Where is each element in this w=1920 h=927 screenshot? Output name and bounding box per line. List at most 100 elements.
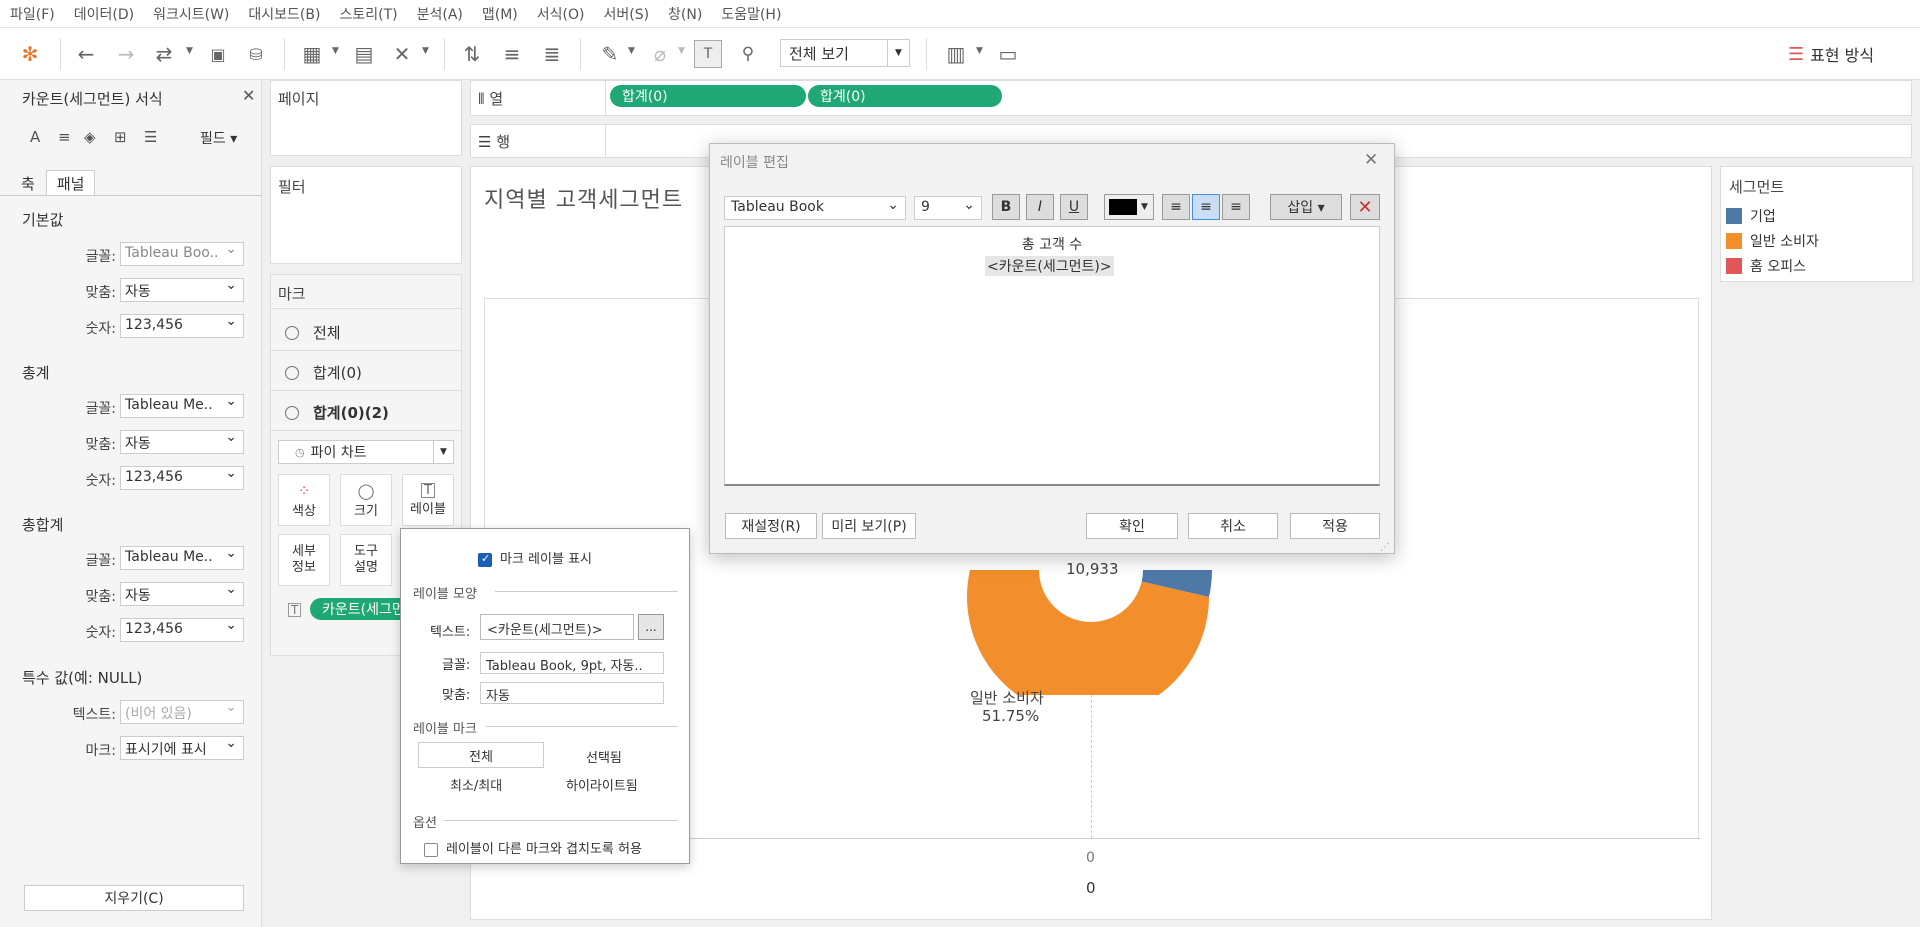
font-label: 글꼴: bbox=[442, 658, 471, 673]
default-font-select[interactable]: Tableau Boo.. bbox=[120, 242, 244, 266]
ok-button[interactable]: 확인 bbox=[1086, 513, 1178, 539]
tab-pane[interactable]: 패널 bbox=[45, 170, 96, 196]
special-text-input[interactable]: (비어 있음) bbox=[120, 700, 244, 724]
number-label: 숫자: bbox=[85, 321, 116, 337]
lines-icon[interactable]: ☰ bbox=[144, 128, 157, 146]
default-number-select[interactable]: 123,456 bbox=[120, 314, 244, 338]
show-labels-checkbox[interactable]: 마크 레이블 표시 bbox=[478, 548, 592, 567]
pin-icon[interactable]: ⚲ bbox=[734, 40, 762, 68]
menu-file[interactable]: 파일(F) bbox=[10, 4, 55, 24]
menu-data[interactable]: 데이터(D) bbox=[74, 4, 134, 24]
shading-icon[interactable]: ◈ bbox=[84, 128, 96, 146]
italic-button[interactable]: I bbox=[1026, 194, 1054, 220]
tab-axis[interactable]: 축 bbox=[10, 170, 46, 196]
menu-analysis[interactable]: 분석(A) bbox=[417, 4, 463, 24]
clear-sheet-icon[interactable]: ✕ bbox=[388, 40, 416, 68]
sort-descending-icon[interactable]: ≣ bbox=[538, 40, 566, 68]
apply-button[interactable]: 적용 bbox=[1290, 513, 1380, 539]
show-me-button[interactable]: ☰ 표현 방식 bbox=[1788, 42, 1874, 66]
label-marks-highlighted[interactable]: 하이라이트됨 bbox=[566, 775, 638, 794]
swap-icon[interactable]: ⇅ bbox=[458, 40, 486, 68]
label-marks-all[interactable]: 전체 bbox=[418, 742, 544, 768]
special-mark-select[interactable]: 표시기에 표시 bbox=[120, 736, 244, 760]
text-color-button[interactable]: ▼ bbox=[1104, 194, 1154, 220]
color-button[interactable]: ⁘ 색상 bbox=[278, 474, 330, 526]
presentation-icon[interactable]: ▭ bbox=[994, 40, 1022, 68]
menu-format[interactable]: 서식(O) bbox=[537, 4, 585, 24]
underline-button[interactable]: U bbox=[1060, 194, 1088, 220]
field-dropdown[interactable]: 필드 ▾ bbox=[200, 128, 237, 148]
align-left-icon[interactable]: ≡ bbox=[1162, 194, 1190, 220]
new-datasource-icon[interactable]: ⛁ bbox=[242, 40, 270, 68]
column-pill-2[interactable]: 합계(0) bbox=[808, 85, 1002, 107]
alignment-icon[interactable]: ≡ bbox=[58, 128, 71, 146]
label-align-select[interactable]: 자동 bbox=[480, 682, 664, 704]
font-icon[interactable]: A bbox=[30, 128, 40, 146]
label-pill-icon: T bbox=[288, 603, 302, 617]
menu-dashboard[interactable]: 대시보드(B) bbox=[248, 4, 320, 24]
align-center-icon[interactable]: ≡ bbox=[1192, 194, 1220, 220]
undo-icon[interactable]: ← bbox=[72, 40, 100, 68]
legend-swatch bbox=[1726, 233, 1742, 249]
label-button[interactable]: T 레이블 bbox=[402, 474, 454, 526]
save-icon[interactable]: ▣ bbox=[204, 40, 232, 68]
detail-button[interactable]: 세부 정보 bbox=[278, 534, 330, 586]
reset-button[interactable]: 재설정(R) bbox=[725, 513, 817, 539]
cancel-button[interactable]: 취소 bbox=[1188, 513, 1278, 539]
tableau-logo-icon[interactable]: ✻ bbox=[16, 40, 44, 68]
borders-icon[interactable]: ⊞ bbox=[114, 128, 127, 146]
clear-button[interactable]: 지우기(C) bbox=[24, 885, 244, 911]
total-number-select[interactable]: 123,456 bbox=[120, 466, 244, 490]
fit-dropdown[interactable]: 전체 보기 ▼ bbox=[780, 39, 910, 67]
overlap-checkbox[interactable]: 레이블이 다른 마크와 겹치도록 허용 bbox=[424, 838, 642, 857]
grandtotal-align-select[interactable]: 자동 bbox=[120, 582, 244, 606]
dialog-font-select[interactable]: Tableau Book ⌄ bbox=[724, 196, 906, 220]
legend-item[interactable]: 홈 오피스 bbox=[1726, 256, 1806, 276]
highlight-icon[interactable]: ✎ bbox=[596, 40, 624, 68]
total-font-select[interactable]: Tableau Me.. bbox=[120, 394, 244, 418]
align-right-icon[interactable]: ≡ bbox=[1222, 194, 1250, 220]
show-labels-icon[interactable]: T bbox=[694, 40, 722, 68]
menu-server[interactable]: 서버(S) bbox=[603, 4, 649, 24]
menu-window[interactable]: 창(N) bbox=[668, 4, 702, 24]
cards-icon[interactable]: ▥ bbox=[942, 40, 970, 68]
sort-ascending-icon[interactable]: ≡ bbox=[498, 40, 526, 68]
default-align-select[interactable]: 자동 bbox=[120, 278, 244, 302]
group-icon[interactable]: ⌀ bbox=[646, 40, 674, 68]
tooltip-button[interactable]: 도구 설명 bbox=[340, 534, 392, 586]
preview-button[interactable]: 미리 보기(P) bbox=[822, 513, 916, 539]
label-text-field[interactable]: <카운트(세그먼트)> bbox=[480, 614, 634, 640]
grandtotal-number-select[interactable]: 123,456 bbox=[120, 618, 244, 642]
axis-bottom: 0 bbox=[1086, 879, 1096, 897]
redo-icon[interactable]: → bbox=[112, 40, 140, 68]
resize-grip-icon[interactable]: ⋰ bbox=[1380, 542, 1390, 553]
menu-worksheet[interactable]: 워크시트(W) bbox=[153, 4, 229, 24]
size-button[interactable]: ◯ 크기 bbox=[340, 474, 392, 526]
legend-item[interactable]: 기업 bbox=[1726, 206, 1776, 226]
duplicate-sheet-icon[interactable]: ▤ bbox=[350, 40, 378, 68]
label-font-select[interactable]: Tableau Book, 9pt, 자동.. bbox=[480, 652, 664, 674]
marks-row-sum2[interactable]: 합계(0)(2) bbox=[285, 402, 389, 423]
menu-map[interactable]: 맵(M) bbox=[482, 4, 518, 24]
grandtotal-font-select[interactable]: Tableau Me.. bbox=[120, 546, 244, 570]
close-icon[interactable]: ✕ bbox=[1364, 150, 1378, 170]
replace-data-icon[interactable]: ⇄ bbox=[150, 40, 178, 68]
total-align-select[interactable]: 자동 bbox=[120, 430, 244, 454]
menu-story[interactable]: 스토리(T) bbox=[339, 4, 397, 24]
dialog-size-select[interactable]: 9 ⌄ bbox=[914, 196, 982, 220]
marks-row-sum1[interactable]: 합계(0) bbox=[285, 362, 362, 383]
bold-button[interactable]: B bbox=[992, 194, 1020, 220]
close-icon[interactable]: ✕ bbox=[242, 86, 255, 105]
menu-help[interactable]: 도움말(H) bbox=[721, 4, 781, 24]
column-pill-1[interactable]: 합계(0) bbox=[610, 85, 806, 107]
insert-button[interactable]: 삽입 ▾ bbox=[1270, 194, 1342, 220]
legend-item[interactable]: 일반 소비자 bbox=[1726, 231, 1819, 251]
label-marks-minmax[interactable]: 최소/최대 bbox=[450, 775, 502, 794]
new-sheet-icon[interactable]: ▦ bbox=[298, 40, 326, 68]
edit-label-button[interactable]: ... bbox=[638, 614, 664, 640]
marks-row-all[interactable]: 전체 bbox=[285, 322, 341, 343]
mark-type-select[interactable]: ◷ 파이 차트 ▼ bbox=[278, 440, 454, 464]
align-label: 맞춤: bbox=[85, 285, 116, 301]
label-marks-selected[interactable]: 선택됨 bbox=[586, 747, 622, 766]
clear-text-icon[interactable]: ✕ bbox=[1350, 194, 1380, 220]
